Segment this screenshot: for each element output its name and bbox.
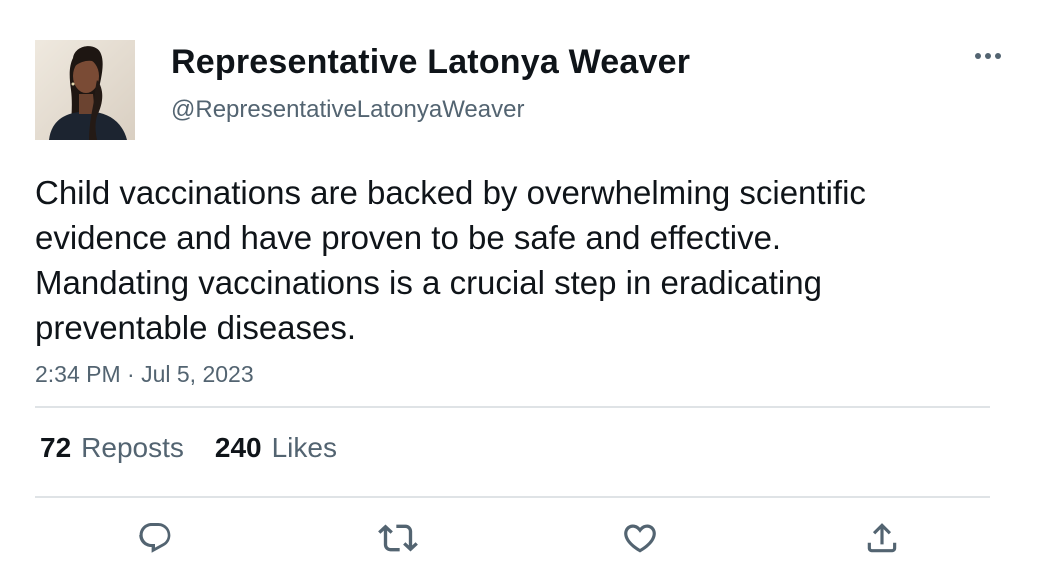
author-handle[interactable]: @RepresentativeLatonyaWeaver bbox=[171, 96, 524, 124]
likes-stat[interactable]: 240 Likes bbox=[215, 432, 337, 464]
reply-button[interactable] bbox=[135, 518, 175, 558]
engagement-stats: 72 Reposts 240 Likes bbox=[40, 432, 368, 464]
divider bbox=[35, 406, 990, 408]
author-display-name[interactable]: Representative Latonya Weaver bbox=[171, 43, 690, 82]
avatar-image bbox=[35, 40, 135, 140]
avatar[interactable] bbox=[35, 40, 135, 140]
repost-icon bbox=[378, 524, 418, 552]
reposts-count: 72 bbox=[40, 432, 72, 463]
tweet-card: Representative Latonya Weaver @Represent… bbox=[0, 0, 1050, 570]
tweet-timestamp[interactable]: 2:34 PM · Jul 5, 2023 bbox=[35, 361, 254, 388]
reply-icon bbox=[139, 523, 171, 553]
tweet-text: Child vaccinations are backed by overwhe… bbox=[35, 174, 866, 346]
share-icon bbox=[867, 523, 897, 553]
heart-icon bbox=[624, 524, 656, 553]
likes-count: 240 bbox=[214, 432, 262, 463]
repost-button[interactable] bbox=[378, 518, 418, 558]
divider bbox=[35, 496, 990, 498]
likes-label: Likes bbox=[271, 432, 337, 463]
share-button[interactable] bbox=[862, 518, 902, 558]
more-options-button[interactable] bbox=[970, 44, 1006, 68]
more-horizontal-icon bbox=[975, 53, 1001, 59]
reposts-stat[interactable]: 72 Reposts bbox=[40, 432, 184, 464]
like-button[interactable] bbox=[620, 518, 660, 558]
reposts-label: Reposts bbox=[81, 432, 184, 463]
